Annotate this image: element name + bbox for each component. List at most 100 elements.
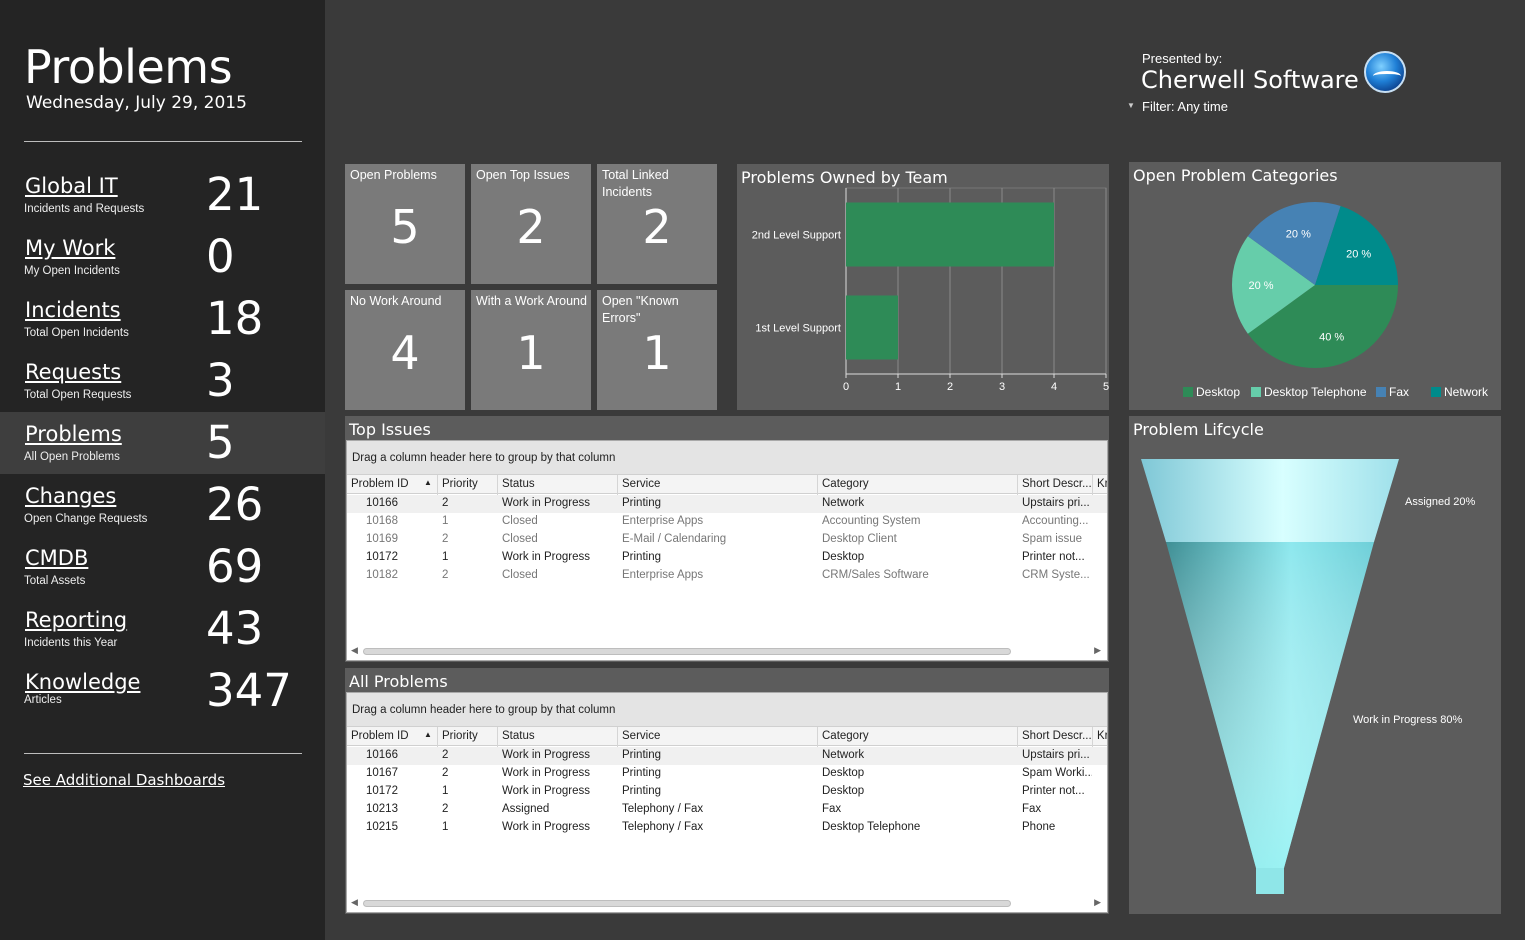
sidebar-item-my-work[interactable]: My Work My Open Incidents 0 (0, 226, 325, 288)
funnel-label: Work in Progress 80% (1353, 714, 1462, 726)
tile-with-work-around[interactable]: With a Work Around 1 (471, 290, 591, 410)
table-row[interactable]: 10172 1 Work in Progress Printing Desktop Pri… (347, 549, 1107, 567)
sidebar-item-sub: My Open Incidents (24, 265, 120, 277)
table-cell-desc: Spam issue (1022, 533, 1083, 545)
sidebar-item-sub: Incidents and Requests (24, 203, 145, 215)
table-row[interactable]: 10213 2 Assigned Telephony / Fax Fax Fax (347, 801, 1107, 819)
tile-total-linked-incidents[interactable]: Total Linked Incidents 2 (597, 164, 717, 284)
sidebar-item-changes[interactable]: Changes Open Change Requests 26 (0, 474, 325, 536)
legend-swatch (1183, 387, 1193, 397)
additional-dashboards-link[interactable]: See Additional Dashboards (23, 771, 225, 789)
table-row[interactable]: 10182 2 Closed Enterprise Apps CRM/Sales Sof… (347, 567, 1107, 585)
tile-known-errors[interactable]: Open "Known Errors" 1 (597, 290, 717, 410)
sidebar-item-count: 0 (206, 230, 235, 283)
table-row[interactable]: 10167 2 Work in Progress Printing Desktop Spa… (347, 765, 1107, 783)
company-name: Cherwell Software (1141, 66, 1359, 94)
sidebar-item-label[interactable]: Knowledge (25, 670, 140, 694)
sidebar-item-count: 26 (206, 478, 264, 531)
table-cell-id: 10172 (366, 785, 398, 797)
column-header[interactable]: Short Descr... (1018, 475, 1093, 495)
horizontal-scrollbar[interactable]: ◀ ▶ (347, 642, 1107, 660)
table-cell-service: Printing (622, 551, 661, 563)
table-row[interactable]: 10172 1 Work in Progress Printing Desktop Pri… (347, 783, 1107, 801)
sidebar-item-incidents[interactable]: Incidents Total Open Incidents 18 (0, 288, 325, 350)
scroll-left-icon[interactable]: ◀ (351, 897, 358, 908)
column-header[interactable]: Service (618, 475, 818, 495)
funnel-stem (1256, 868, 1284, 894)
sidebar-item-problems[interactable]: Problems All Open Problems 5 (0, 412, 325, 474)
sidebar-item-label[interactable]: CMDB (25, 546, 88, 570)
horizontal-scrollbar[interactable]: ◀ ▶ (347, 894, 1107, 912)
column-header[interactable]: Kr (1093, 475, 1107, 495)
table-cell-status: Closed (502, 569, 538, 581)
tile-value: 5 (390, 200, 420, 254)
sort-ascending-icon[interactable]: ▲ (424, 730, 432, 739)
owned-by-team-chart: 0 1 2 3 4 5 2nd Level Support 1st Level Support (752, 187, 1109, 393)
table-cell-desc: Printer not... (1022, 551, 1085, 563)
scrollbar-thumb[interactable] (363, 648, 1011, 655)
table-row[interactable]: 10168 1 Closed Enterprise Apps Accounting Sy… (347, 513, 1107, 531)
table-cell-status: Work in Progress (502, 785, 590, 797)
table-row[interactable]: 10166 2 Work in Progress Printing Network Ups… (347, 747, 1107, 765)
tile-open-problems[interactable]: Open Problems 5 (345, 164, 465, 284)
table-cell-service: Printing (622, 785, 661, 797)
sidebar-item-sub: All Open Problems (24, 451, 120, 463)
table-cell-service: Telephony / Fax (622, 803, 704, 815)
sidebar-item-sub: Total Assets (24, 575, 86, 587)
column-header[interactable]: Status (498, 475, 618, 495)
table-cell-id: 10168 (366, 515, 398, 527)
filter-dropdown-icon[interactable]: ▼ (1127, 101, 1135, 110)
group-by-area[interactable]: Drag a column header here to group by th… (347, 693, 1107, 726)
scrollbar-thumb[interactable] (363, 900, 1011, 907)
table-cell-id: 10169 (366, 533, 398, 545)
sidebar-item-global-it[interactable]: Global IT Incidents and Requests 21 (0, 164, 325, 226)
column-header[interactable]: Problem ID ▲ (347, 727, 438, 747)
panel-title: Top Issues (349, 420, 431, 439)
tile-no-work-around[interactable]: No Work Around 4 (345, 290, 465, 410)
sort-ascending-icon[interactable]: ▲ (424, 478, 432, 487)
column-header[interactable]: Problem ID ▲ (347, 475, 438, 495)
legend-entry: Desktop Telephone (1264, 385, 1367, 399)
scroll-right-icon[interactable]: ▶ (1094, 897, 1101, 908)
sidebar-item-label[interactable]: Requests (25, 360, 121, 384)
table-row[interactable]: 10166 2 Work in Progress Printing Network Ups… (347, 495, 1107, 513)
column-header[interactable]: Kr (1093, 727, 1107, 747)
sidebar-item-label[interactable]: Reporting (25, 608, 127, 632)
sidebar-item-label[interactable]: Global IT (25, 174, 118, 198)
scroll-right-icon[interactable]: ▶ (1094, 645, 1101, 656)
sidebar-item-label[interactable]: Incidents (25, 298, 121, 322)
tile-open-top-issues[interactable]: Open Top Issues 2 (471, 164, 591, 284)
table-cell-service: Printing (622, 749, 661, 761)
sidebar-item-count: 21 (206, 168, 264, 221)
sidebar-item-reporting[interactable]: Reporting Incidents this Year 43 (0, 598, 325, 660)
column-header[interactable]: Service (618, 727, 818, 747)
scroll-left-icon[interactable]: ◀ (351, 645, 358, 656)
sidebar-item-requests[interactable]: Requests Total Open Requests 3 (0, 350, 325, 412)
column-header[interactable]: Status (498, 727, 618, 747)
table-cell-priority: 1 (442, 551, 449, 563)
tile-value: 1 (516, 326, 546, 380)
presented-by-label: Presented by: (1142, 51, 1223, 66)
tile-value: 2 (516, 200, 546, 254)
tile-label: No Work Around (350, 294, 442, 308)
table-row[interactable]: 10215 1 Work in Progress Telephony / Fax Des… (347, 819, 1107, 837)
time-filter[interactable]: Filter: Any time (1142, 99, 1228, 114)
column-header[interactable]: Priority (438, 475, 498, 495)
table-cell-category: Desktop Telephone (822, 821, 921, 833)
group-by-area[interactable]: Drag a column header here to group by th… (347, 441, 1107, 474)
sidebar-item-label[interactable]: Changes (25, 484, 116, 508)
column-header[interactable]: Category (818, 475, 1018, 495)
sidebar-item-label[interactable]: Problems (25, 422, 122, 446)
cherwell-globe-logo-icon (1364, 51, 1406, 93)
sidebar-item-knowledge[interactable]: Knowledge Articles 347 (0, 660, 325, 722)
sidebar-divider-bottom (24, 753, 302, 754)
sidebar-item-cmdb[interactable]: CMDB Total Assets 69 (0, 536, 325, 598)
column-header[interactable]: Category (818, 727, 1018, 747)
owned-by-team-panel: Problems Owned by Team 0 1 2 3 4 5 2nd Level S… (737, 164, 1109, 410)
column-header[interactable]: Priority (438, 727, 498, 747)
sidebar-item-label[interactable]: My Work (25, 236, 115, 260)
table-cell-desc: CRM Syste... (1022, 569, 1090, 581)
table-row[interactable]: 10169 2 Closed E-Mail / Calendaring Desktop … (347, 531, 1107, 549)
funnel-stage-assigned (1141, 459, 1399, 542)
column-header[interactable]: Short Descr... (1018, 727, 1093, 747)
